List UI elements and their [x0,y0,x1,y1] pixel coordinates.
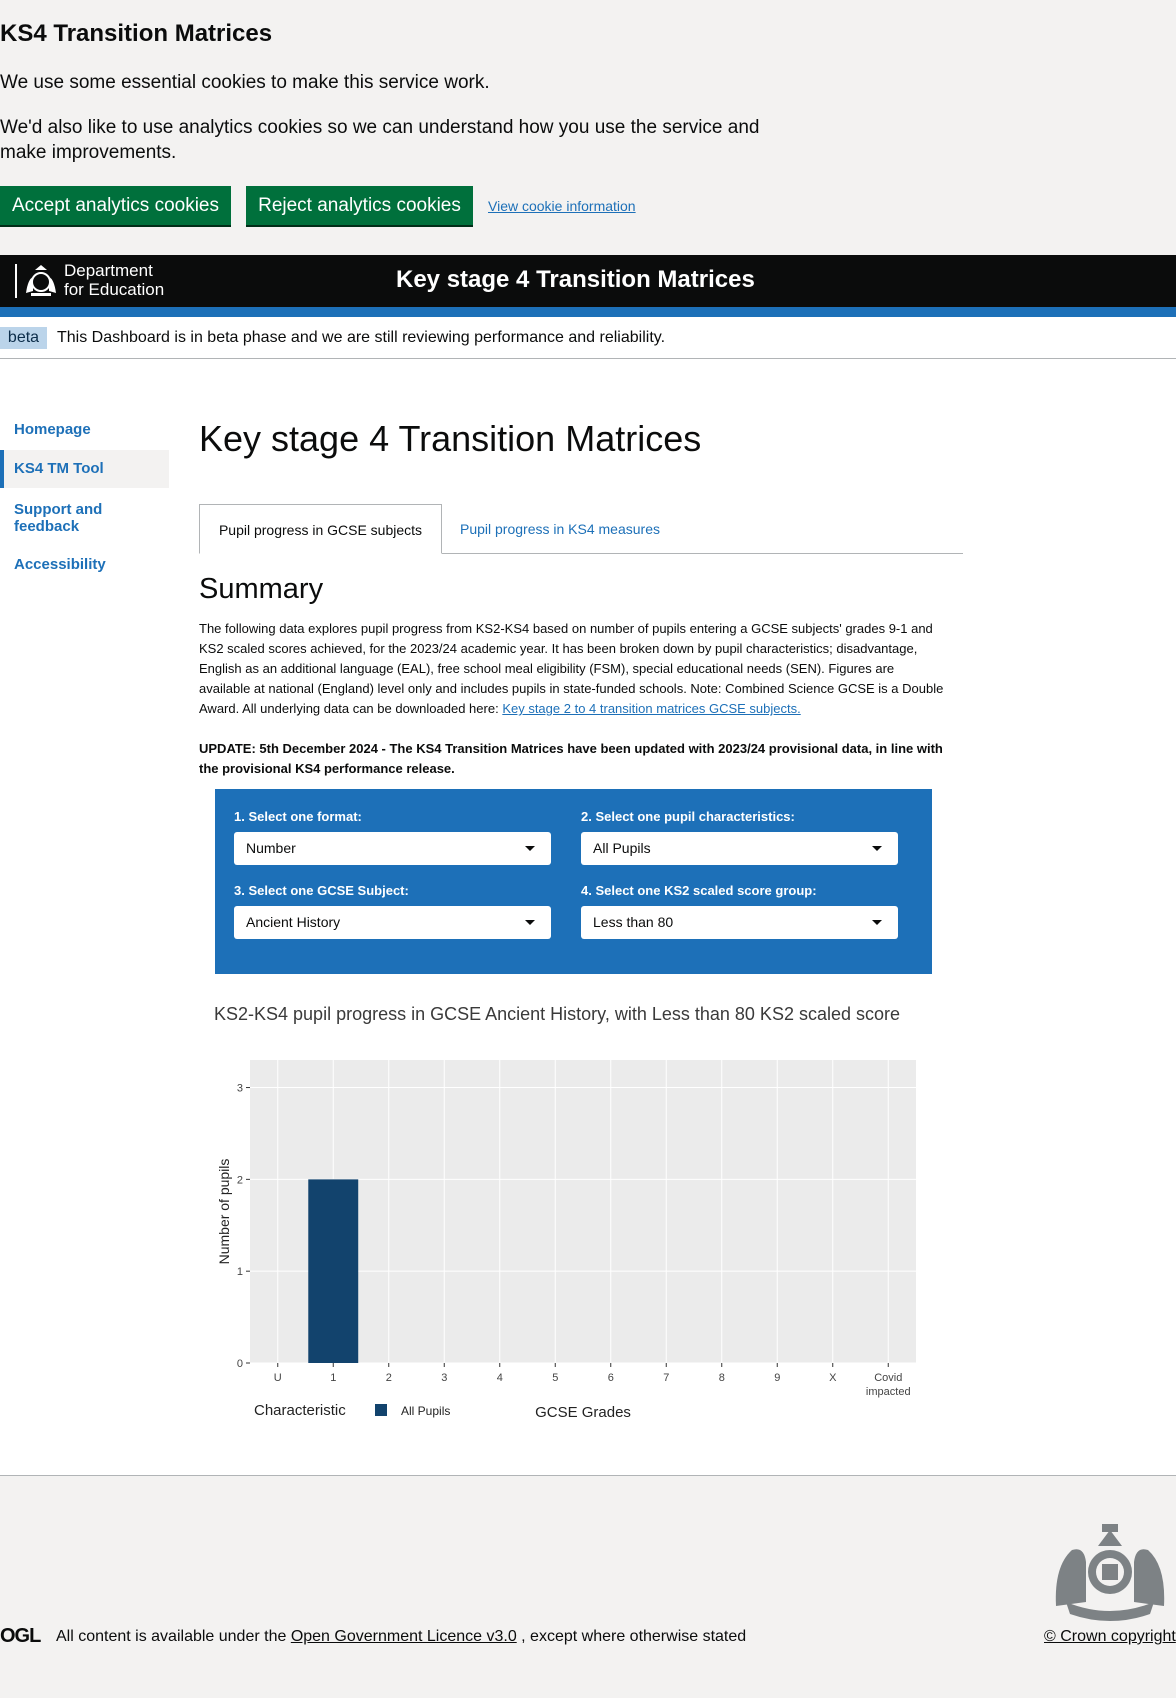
chart-title: KS2-KS4 pupil progress in GCSE Ancient H… [214,1004,901,1024]
legend-title: Characteristic [254,1402,346,1419]
ogl-logo: OGL [0,1625,41,1647]
nav-accessibility[interactable]: Accessibility [0,556,169,573]
view-cookie-info-link[interactable]: View cookie information [488,198,636,214]
cookie-banner: KS4 Transition Matrices We use some esse… [0,0,1176,255]
x-tick-label: 3 [441,1372,447,1384]
x-tick-label: U [274,1372,282,1384]
chevron-down-icon [525,920,535,925]
y-tick-label: 1 [237,1266,243,1278]
x-axis-label: GCSE Grades [535,1404,631,1421]
chevron-down-icon [872,920,882,925]
header-stripe [0,307,1176,317]
summary-text: The following data explores pupil progre… [199,619,944,719]
y-tick-label: 3 [237,1083,243,1095]
legend-label: All Pupils [401,1404,450,1418]
characteristic-select[interactable]: All Pupils [581,832,898,865]
open-government-licence-link[interactable]: Open Government Licence v3.0 [291,1628,517,1645]
department-name[interactable]: Department for Education [64,261,164,299]
x-tick-label: Covid [874,1372,902,1384]
licence-text: All content is available under the Open … [56,1628,746,1646]
logo-divider [15,264,17,298]
subject-value: Ancient History [246,914,341,930]
x-tick-label: X [829,1372,837,1384]
x-tick-label: 6 [608,1372,614,1384]
royal-coat-of-arms-icon [1055,1524,1165,1621]
characteristic-value: All Pupils [593,840,651,856]
bar-chart[interactable]: 0 1 2 3 U 1 2 3 4 5 6 7 8 9 X Covid impacted Number of pu… [200,1050,930,1430]
cookie-banner-title: KS4 Transition Matrices [0,20,273,47]
crown-copyright-link[interactable]: © Crown copyright [1044,1628,1176,1646]
phase-banner: beta This Dashboard is in beta phase and… [0,317,1176,359]
reject-cookies-button[interactable]: Reject analytics cookies [246,186,473,225]
tab-ks4-measures[interactable]: Pupil progress in KS4 measures [460,504,660,554]
x-tick-label: 1 [330,1372,336,1384]
cookie-banner-text: We use some essential cookies to make th… [0,72,490,93]
department-line2: for Education [64,280,165,299]
site-header: Department for Education Key stage 4 Tra… [0,255,1176,307]
y-tick-label: 0 [237,1358,243,1370]
page-title: Key stage 4 Transition Matrices [199,418,702,459]
site-footer: OGL All content is available under the O… [0,1475,1176,1698]
score-group-select[interactable]: Less than 80 [581,906,898,939]
chevron-down-icon [525,846,535,851]
beta-text: This Dashboard is in beta phase and we a… [57,329,666,346]
selection-panel: 1. Select one format: Number 2. Select o… [215,789,932,974]
score-group-label: 4. Select one KS2 scaled score group: [581,883,817,898]
y-tick-label: 2 [237,1174,243,1186]
accept-cookies-button[interactable]: Accept analytics cookies [0,186,231,225]
chevron-down-icon [872,846,882,851]
department-line1: Department [64,261,153,280]
tab-gcse-subjects[interactable]: Pupil progress in GCSE subjects [199,504,442,554]
y-axis-label: Number of pupils [216,1159,232,1265]
x-tick-label: 2 [386,1372,392,1384]
header-title: Key stage 4 Transition Matrices [396,266,755,293]
nav-ks4-tm-tool[interactable]: KS4 TM Tool [0,450,169,488]
x-tick-label: 7 [663,1372,669,1384]
cookie-banner-analytics-text: We'd also like to use analytics cookies … [0,117,760,163]
legend-swatch [375,1404,387,1416]
x-tick-label: 8 [719,1372,725,1384]
nav-support-feedback[interactable]: Support and feedback [0,501,120,535]
nav-homepage[interactable]: Homepage [0,421,169,438]
x-tick-label: 4 [497,1372,503,1384]
licence-suffix: , except where otherwise stated [516,1628,747,1645]
x-tick-label: 9 [774,1372,780,1384]
format-label: 1. Select one format: [234,809,362,824]
summary-heading: Summary [199,573,324,605]
update-notice: UPDATE: 5th December 2024 - The KS4 Tran… [199,741,943,776]
beta-tag: beta [0,327,47,349]
bar [308,1179,359,1363]
score-group-value: Less than 80 [593,914,674,930]
crest-icon [26,265,56,296]
subject-label: 3. Select one GCSE Subject: [234,883,409,898]
subject-select[interactable]: Ancient History [234,906,551,939]
licence-prefix: All content is available under the [56,1628,291,1645]
x-tick-label: impacted [866,1386,911,1398]
characteristic-label: 2. Select one pupil characteristics: [581,809,795,824]
format-value: Number [246,840,296,856]
x-tick-label: 5 [552,1372,558,1384]
format-select[interactable]: Number [234,832,551,865]
download-data-link[interactable]: Key stage 2 to 4 transition matrices GCS… [502,701,800,716]
